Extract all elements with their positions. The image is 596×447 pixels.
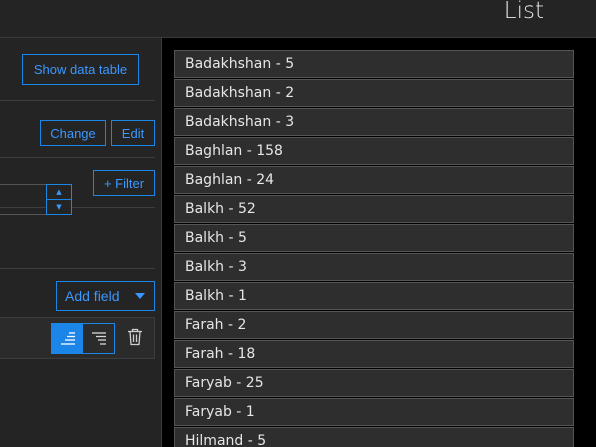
- list-item[interactable]: Faryab - 25: [174, 369, 574, 397]
- chevron-up-icon[interactable]: ▲: [47, 185, 71, 199]
- page-title: List: [503, 0, 544, 24]
- show-data-table-button[interactable]: Show data table: [22, 54, 139, 85]
- divider: [0, 268, 155, 269]
- list-item[interactable]: Baghlan - 24: [174, 166, 574, 194]
- list-item[interactable]: Balkh - 1: [174, 282, 574, 310]
- change-button[interactable]: Change: [40, 120, 106, 146]
- list-item[interactable]: Badakhshan - 3: [174, 108, 574, 136]
- list-item[interactable]: Hilmand - 5: [174, 427, 574, 447]
- divider: [0, 100, 155, 101]
- number-stepper[interactable]: ▲ ▼: [46, 184, 72, 215]
- sort-toggle-group: [51, 323, 115, 354]
- list-item[interactable]: Balkh - 3: [174, 253, 574, 281]
- divider: [0, 157, 155, 158]
- number-field[interactable]: [0, 184, 46, 215]
- chevron-down-icon[interactable]: ▼: [47, 200, 71, 214]
- add-field-label: Add field: [65, 288, 120, 304]
- top-bar: List: [0, 0, 596, 38]
- edit-button[interactable]: Edit: [111, 120, 155, 146]
- list-item[interactable]: Balkh - 52: [174, 195, 574, 223]
- caret-down-icon: [135, 293, 145, 299]
- add-field-button[interactable]: Add field: [56, 281, 155, 311]
- list-item[interactable]: Balkh - 5: [174, 224, 574, 252]
- sort-ascending-icon[interactable]: [52, 324, 83, 353]
- list-item[interactable]: Badakhshan - 2: [174, 79, 574, 107]
- list-item[interactable]: Faryab - 1: [174, 398, 574, 426]
- list-item[interactable]: Farah - 18: [174, 340, 574, 368]
- sort-descending-icon[interactable]: [83, 324, 114, 353]
- add-filter-button[interactable]: + Filter: [93, 170, 155, 196]
- list-panel: Badakhshan - 5 Badakhshan - 2 Badakhshan -…: [174, 50, 574, 447]
- list-item[interactable]: Farah - 2: [174, 311, 574, 339]
- trash-icon[interactable]: [127, 328, 143, 346]
- list-item[interactable]: Badakhshan - 5: [174, 50, 574, 78]
- list-item[interactable]: Baghlan - 158: [174, 137, 574, 165]
